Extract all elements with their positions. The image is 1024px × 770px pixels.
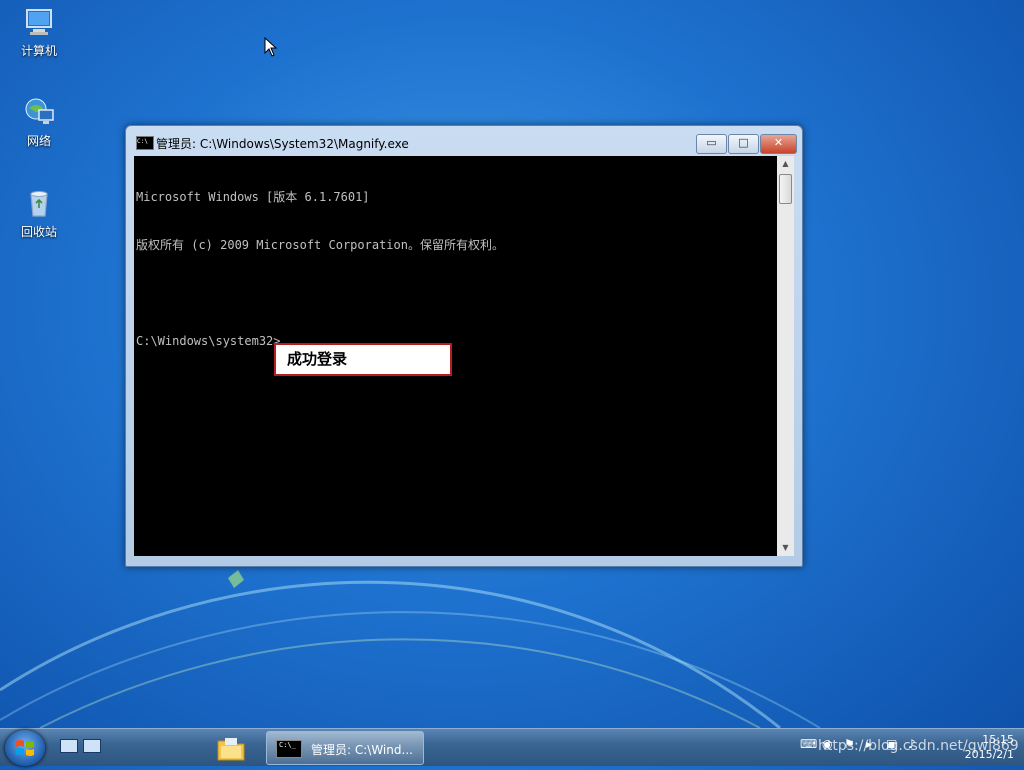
window-title: 管理员: C:\Windows\System32\Magnify.exe [156,137,409,151]
show-desktop-quick-icon[interactable] [60,739,78,753]
desktop-icon-network[interactable]: 网络 [8,96,70,149]
console-line: Microsoft Windows [版本 6.1.7601] [136,190,370,204]
success-callout: 成功登录 [274,343,452,376]
taskbar-console-button[interactable]: C:\_ 管理员: C:\Wind... [266,731,424,765]
scroll-up-icon[interactable]: ▲ [777,156,794,172]
console-window[interactable]: C:\ 管理员: C:\Windows\System32\Magnify.exe… [125,125,803,567]
watermark-text: https://blog.csdn.net/qwl869 [818,738,1019,754]
network-icon [25,98,54,124]
desktop-icon-label: 回收站 [20,225,57,239]
console-output[interactable]: Microsoft Windows [版本 6.1.7601] 版权所有 (c)… [134,156,777,556]
console-app-icon: C:\ [136,136,154,150]
desktop-icon-label: 计算机 [20,44,57,58]
windows-logo-icon [16,740,34,756]
window-titlebar[interactable]: C:\ 管理员: C:\Windows\System32\Magnify.exe… [126,126,802,156]
taskbar-button-label: 管理员: C:\Wind... [311,743,413,757]
maximize-button[interactable]: □ [728,134,759,154]
vertical-scrollbar[interactable]: ▲ ▼ [777,156,794,556]
desktop-icon-recycle-bin[interactable]: 回收站 [8,187,70,240]
scroll-down-icon[interactable]: ▼ [777,540,794,556]
computer-icon [26,9,52,35]
close-button[interactable]: ✕ [760,134,797,154]
console-app-icon: C:\_ [276,740,302,758]
keyboard-icon[interactable]: ⌨ [800,737,817,751]
console-line: 版权所有 (c) 2009 Microsoft Corporation。保留所有… [136,238,504,252]
switch-windows-quick-icon[interactable] [83,739,101,753]
scroll-thumb[interactable] [779,174,792,204]
desktop-icon-computer[interactable]: 计算机 [8,6,70,59]
start-button[interactable] [5,730,45,766]
minimize-button[interactable]: ▭ [696,134,727,154]
console-prompt: C:\Windows\system32> [136,334,281,348]
mouse-cursor-icon [264,37,278,57]
desktop-icon-label: 网络 [26,134,51,148]
file-explorer-icon[interactable] [214,732,248,764]
recycle-bin-icon [30,191,48,217]
